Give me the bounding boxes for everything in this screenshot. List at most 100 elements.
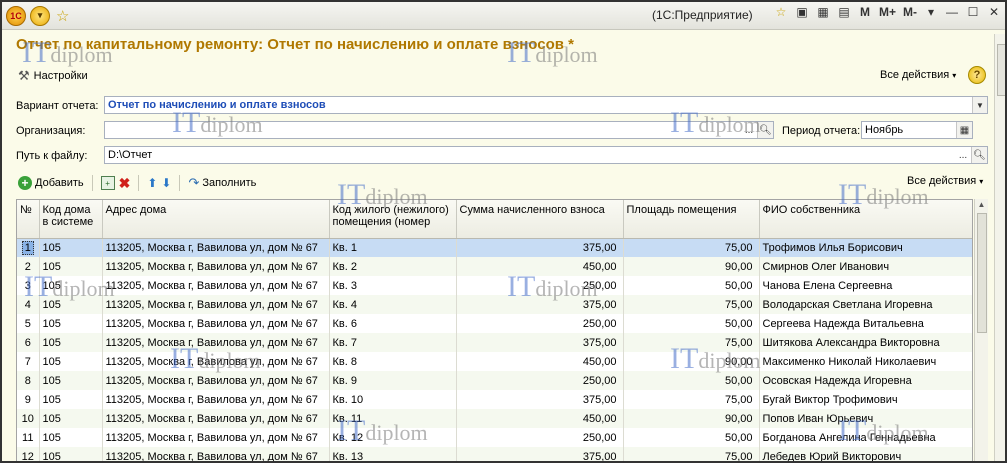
copy-button[interactable]: + xyxy=(100,174,115,192)
variant-select[interactable]: Отчет по начислению и оплате взносов ▼ xyxy=(104,96,988,114)
cell-address[interactable]: 113205, Москва г, Вавилова ул, дом № 67 xyxy=(102,428,330,447)
cell-house-code[interactable]: 105 xyxy=(39,276,103,295)
cell-address[interactable]: 113205, Москва г, Вавилова ул, дом № 67 xyxy=(102,295,330,314)
close-icon[interactable]: ✕ xyxy=(987,5,1001,19)
cell-house-code[interactable]: 105 xyxy=(39,390,103,409)
cell-charged-amount[interactable]: 375,00 xyxy=(456,295,624,314)
cell-charged-amount[interactable]: 250,00 xyxy=(456,428,624,447)
move-down-button[interactable]: ⬇ xyxy=(161,174,171,192)
cell-number[interactable]: 5 xyxy=(17,314,40,333)
calendar-icon[interactable]: ▦ xyxy=(956,122,972,138)
add-button[interactable]: + Добавить xyxy=(18,174,84,192)
table-row[interactable]: 11 105 113205, Москва г, Вавилова ул, дом … xyxy=(17,428,972,447)
memory-minus-button[interactable]: M- xyxy=(903,5,917,19)
cell-number[interactable]: 6 xyxy=(17,333,40,352)
cell-premise-code[interactable]: Кв. 4 xyxy=(329,295,457,314)
fill-button[interactable]: ↷ Заполнить xyxy=(188,174,256,192)
form-scrollbar[interactable] xyxy=(994,34,1005,461)
cell-owner[interactable]: Шитякова Александра Викторовна xyxy=(759,333,972,352)
cell-premise-code[interactable]: Кв. 13 xyxy=(329,447,457,461)
cell-premise-code[interactable]: Кв. 9 xyxy=(329,371,457,390)
cell-owner[interactable]: Лебедев Юрий Викторович xyxy=(759,447,972,461)
cell-charged-amount[interactable]: 250,00 xyxy=(456,314,624,333)
table-row[interactable]: 8 105 113205, Москва г, Вавилова ул, дом №… xyxy=(17,371,972,390)
column-header-owner[interactable]: ФИО собственника xyxy=(759,200,972,239)
cell-charged-amount[interactable]: 450,00 xyxy=(456,257,624,276)
memory-plus-button[interactable]: M+ xyxy=(879,5,896,19)
cell-address[interactable]: 113205, Москва г, Вавилова ул, дом № 67 xyxy=(102,447,330,461)
cell-owner[interactable]: Сергеева Надежда Витальевна xyxy=(759,314,972,333)
cell-area[interactable]: 90,00 xyxy=(623,352,760,371)
cell-owner[interactable]: Трофимов Илья Борисович xyxy=(759,238,972,257)
form-scroll-thumb[interactable] xyxy=(997,44,1005,96)
cell-address[interactable]: 113205, Москва г, Вавилова ул, дом № 67 xyxy=(102,276,330,295)
organization-field[interactable]: ... 🔍︎ xyxy=(104,121,774,139)
cell-area[interactable]: 50,00 xyxy=(623,276,760,295)
cell-house-code[interactable]: 105 xyxy=(39,257,103,276)
table-row[interactable]: 6 105 113205, Москва г, Вавилова ул, дом №… xyxy=(17,333,972,352)
table-row[interactable]: 12 105 113205, Москва г, Вавилова ул, дом … xyxy=(17,447,972,461)
cell-area[interactable]: 50,00 xyxy=(623,371,760,390)
scroll-up-icon[interactable]: ▲ xyxy=(976,200,987,211)
table-row[interactable]: 4 105 113205, Москва г, Вавилова ул, дом №… xyxy=(17,295,972,314)
cell-address[interactable]: 113205, Москва г, Вавилова ул, дом № 67 xyxy=(102,257,330,276)
cell-area[interactable]: 90,00 xyxy=(623,409,760,428)
favorites-icon[interactable]: ☆ xyxy=(774,5,788,19)
cell-house-code[interactable]: 105 xyxy=(39,295,103,314)
table-all-actions-menu[interactable]: Все действия ▾ xyxy=(907,175,983,187)
cell-charged-amount[interactable]: 375,00 xyxy=(456,390,624,409)
cell-house-code[interactable]: 105 xyxy=(39,333,103,352)
cell-premise-code[interactable]: Кв. 3 xyxy=(329,276,457,295)
cell-house-code[interactable]: 105 xyxy=(39,428,103,447)
cell-owner[interactable]: Максименко Николай Николаевич xyxy=(759,352,972,371)
cell-premise-code[interactable]: Кв. 11 xyxy=(329,409,457,428)
cell-address[interactable]: 113205, Москва г, Вавилова ул, дом № 67 xyxy=(102,352,330,371)
cell-address[interactable]: 113205, Москва г, Вавилова ул, дом № 67 xyxy=(102,333,330,352)
cell-charged-amount[interactable]: 250,00 xyxy=(456,371,624,390)
cell-premise-code[interactable]: Кв. 6 xyxy=(329,314,457,333)
cell-owner[interactable]: Бугай Виктор Трофимович xyxy=(759,390,972,409)
scroll-thumb[interactable] xyxy=(977,213,987,333)
cell-house-code[interactable]: 105 xyxy=(39,314,103,333)
memory-m-button[interactable]: M xyxy=(858,5,872,19)
table-row[interactable]: 10 105 113205, Москва г, Вавилова ул, дом … xyxy=(17,409,972,428)
cell-number[interactable]: 8 xyxy=(17,371,40,390)
cell-house-code[interactable]: 105 xyxy=(39,409,103,428)
cell-charged-amount[interactable]: 375,00 xyxy=(456,238,624,257)
cell-area[interactable]: 75,00 xyxy=(623,295,760,314)
cell-area[interactable]: 75,00 xyxy=(623,390,760,409)
cell-owner[interactable]: Богданова Ангелина Геннадьевна xyxy=(759,428,972,447)
cell-number[interactable]: 10 xyxy=(17,409,40,428)
table-row[interactable]: 3 105 113205, Москва г, Вавилова ул, дом №… xyxy=(17,276,972,295)
cell-charged-amount[interactable]: 450,00 xyxy=(456,409,624,428)
cell-premise-code[interactable]: Кв. 7 xyxy=(329,333,457,352)
chevron-down-icon[interactable]: ▼ xyxy=(972,97,987,113)
cell-address[interactable]: 113205, Москва г, Вавилова ул, дом № 67 xyxy=(102,238,330,257)
dropdown-icon[interactable]: ▾ xyxy=(924,5,938,19)
calculator-icon[interactable]: ▦ xyxy=(816,5,830,19)
cell-number[interactable]: 12 xyxy=(17,447,40,461)
table-row[interactable]: 1 105 113205, Москва г, Вавилова ул, дом №… xyxy=(17,238,972,257)
cell-house-code[interactable]: 105 xyxy=(39,352,103,371)
cell-number[interactable]: 9 xyxy=(17,390,40,409)
column-header-area[interactable]: Площадь помещения xyxy=(623,200,760,239)
path-select-button[interactable]: ... xyxy=(955,147,971,163)
table-row[interactable]: 9 105 113205, Москва г, Вавилова ул, дом №… xyxy=(17,390,972,409)
cell-premise-code[interactable]: Кв. 1 xyxy=(329,238,457,257)
cell-area[interactable]: 75,00 xyxy=(623,333,760,352)
cell-owner[interactable]: Смирнов Олег Иванович xyxy=(759,257,972,276)
organization-select-button[interactable]: ... xyxy=(741,122,757,138)
history-icon[interactable]: ▣ xyxy=(795,5,809,19)
cell-address[interactable]: 113205, Москва г, Вавилова ул, дом № 67 xyxy=(102,314,330,333)
cell-house-code[interactable]: 105 xyxy=(39,238,103,257)
minimize-icon[interactable]: — xyxy=(945,5,959,19)
table-row[interactable]: 7 105 113205, Москва г, Вавилова ул, дом №… xyxy=(17,352,972,371)
cell-house-code[interactable]: 105 xyxy=(39,371,103,390)
column-header-number[interactable]: № xyxy=(17,200,40,239)
cell-number[interactable]: 4 xyxy=(17,295,40,314)
cell-owner[interactable]: Чанова Елена Сергеевна xyxy=(759,276,972,295)
table-row[interactable]: 2 105 113205, Москва г, Вавилова ул, дом №… xyxy=(17,257,972,276)
cell-number[interactable]: 7 xyxy=(17,352,40,371)
cell-area[interactable]: 50,00 xyxy=(623,314,760,333)
search-icon[interactable]: 🔍︎ xyxy=(757,122,773,138)
